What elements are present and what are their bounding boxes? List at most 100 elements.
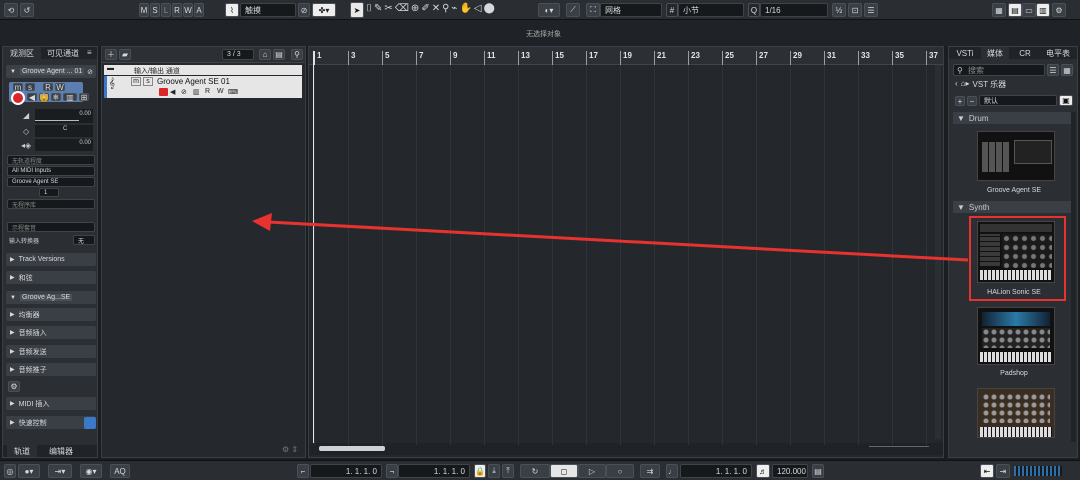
inspector-settings-icon[interactable]: ⚙	[8, 381, 20, 392]
inspector-mute-button[interactable]: m	[13, 83, 23, 92]
record-enable-button[interactable]	[11, 91, 25, 105]
play-button[interactable]: ▷	[578, 464, 606, 478]
remove-filter-icon[interactable]: −	[967, 96, 977, 106]
freeze-icon[interactable]: ❄	[51, 93, 61, 102]
tempo-field[interactable]: 120.000	[772, 464, 808, 478]
padshop-thumbnail[interactable]	[977, 307, 1055, 365]
auto-quantize-button[interactable]: AQ	[110, 464, 130, 478]
right-zone-icon[interactable]: ▥	[1036, 3, 1050, 17]
ruler-bar-25[interactable]: 25	[725, 51, 734, 60]
delay-slider[interactable]: 0.00	[35, 139, 93, 151]
drum-map-field[interactable]: 无轨道程度	[7, 155, 95, 165]
home-folder-icon[interactable]: ⌂▸	[961, 79, 970, 90]
track-list-menu-icon[interactable]: ▤	[273, 49, 285, 60]
folder-track[interactable]: ▬ 输入/输出 通道	[104, 65, 302, 75]
menu-icon[interactable]: ≡	[87, 48, 92, 57]
edit-instrument-icon[interactable]: ⊘	[87, 68, 93, 76]
retrologue-thumbnail[interactable]	[977, 388, 1055, 438]
list-view-icon[interactable]: ☰	[1047, 64, 1059, 76]
left-locator-icon[interactable]: ⌐	[297, 464, 309, 478]
automation-all-button[interactable]: A	[194, 3, 204, 17]
track-edit-icon[interactable]: ⊘	[181, 88, 187, 96]
solo-button[interactable]: S	[150, 3, 160, 17]
color-tool-icon[interactable]: ⬤	[484, 3, 495, 17]
breadcrumb-vst-instruments[interactable]: VST 乐器	[973, 79, 1007, 90]
mediabay-scrollbar[interactable]	[1071, 112, 1076, 442]
left-zone-icon[interactable]: ▤	[1008, 3, 1022, 17]
ruler-bar-15[interactable]: 15	[555, 51, 564, 60]
section-audio-sends[interactable]: ▶ 音频发送	[6, 345, 96, 358]
glue-tool-icon[interactable]: ⊕	[411, 3, 419, 17]
ruler-bar-31[interactable]: 31	[827, 51, 836, 60]
ruler-bar-19[interactable]: 19	[623, 51, 632, 60]
track-write-icon[interactable]: W	[217, 88, 224, 95]
listen-button[interactable]: L	[161, 3, 171, 17]
tab-cr[interactable]: CR	[1011, 47, 1039, 59]
quantize-select[interactable]: 1/16	[760, 3, 828, 17]
ruler-bar-21[interactable]: 21	[657, 51, 666, 60]
horizontal-scrollbar[interactable]	[309, 443, 943, 455]
section-instrument[interactable]: ▼ Groove Ag...SE	[6, 291, 96, 304]
line-tool-icon[interactable]: ⌁	[451, 3, 457, 17]
punch-out-icon[interactable]: ⤒	[502, 464, 514, 478]
track-list-settings-icon[interactable]: ⚙ ⇕	[282, 445, 298, 454]
ruler[interactable]: 1 3 5 7 9 11 13 15 17 19 21 23 25 27 29 31 33 35 37	[309, 47, 943, 65]
snap-type-select[interactable]: 网格	[600, 3, 662, 17]
patch-field[interactable]: 示程套音	[7, 222, 95, 232]
instrument-track[interactable]: 𝄞 m s Groove Agent SE 01 ◀ ⊘ ▥ R W ⌨	[104, 76, 302, 98]
grid-type-select[interactable]: 小节	[678, 3, 744, 17]
play-tool-icon[interactable]: ◁	[474, 3, 482, 17]
right-locator-icon[interactable]: ¬	[386, 464, 398, 478]
setup-window-icon[interactable]: ⚙	[1052, 3, 1066, 17]
tab-meter[interactable]: 电平表	[1041, 47, 1075, 59]
folder-icon[interactable]: ▰	[119, 49, 131, 60]
track-monitor-icon[interactable]: ◀	[170, 88, 175, 96]
right-locator-field[interactable]: 1. 1. 1. 0	[398, 464, 470, 478]
ruler-bar-35[interactable]: 35	[895, 51, 904, 60]
iterative-quantize-icon[interactable]: ⊡	[848, 3, 862, 17]
quantize-type-icon[interactable]: ½	[832, 3, 846, 17]
automation-mode-icon[interactable]: ⌇	[225, 3, 239, 17]
ruler-bar-11[interactable]: 11	[487, 51, 495, 60]
volume-slider[interactable]: 0.00	[35, 109, 93, 123]
punch-lock-icon[interactable]: 🔒	[474, 464, 486, 478]
vertical-scrollbar[interactable]	[935, 65, 941, 439]
zoom-tool-icon[interactable]: ⚲	[442, 3, 449, 17]
record-mode-icon[interactable]: ●▾	[18, 464, 40, 478]
cycle-mode-icon[interactable]: ⇥▾	[48, 464, 72, 478]
inspector-write-button[interactable]: W	[55, 83, 65, 92]
midi-input-field[interactable]: All MIDI Inputs	[7, 166, 95, 176]
tab-visibility[interactable]: 可见通道	[43, 47, 83, 59]
monitor-icon[interactable]: ◀	[27, 93, 37, 102]
halion-sonic-thumbnail[interactable]	[977, 221, 1055, 283]
ruler-bar-37[interactable]: 37	[929, 51, 938, 60]
track-solo-button[interactable]: s	[143, 77, 153, 86]
automation-panel-icon[interactable]: ⊘	[298, 3, 310, 17]
sync-icon[interactable]: ⇉	[640, 464, 660, 478]
track-mute-button[interactable]: m	[131, 77, 141, 86]
input-transformer-select[interactable]: 无	[73, 235, 95, 245]
edit-icon[interactable]: ⊞	[79, 93, 89, 102]
mixer-icon[interactable]: ▦	[992, 3, 1006, 17]
inspector-track-header[interactable]: ▼ Groove Agent ... 01 ⊘	[6, 65, 96, 78]
track-read-icon[interactable]: R	[205, 88, 210, 95]
snap-to-zero-icon[interactable]: ⟋	[566, 3, 580, 17]
tab-media[interactable]: 媒体	[981, 47, 1009, 59]
section-track-versions[interactable]: ▶ Track Versions	[6, 253, 96, 266]
category-drum[interactable]: ▼ Drum	[953, 112, 1073, 124]
tempo-track-icon[interactable]: ▤	[812, 464, 824, 478]
section-chords[interactable]: ▶ 和弦	[6, 271, 96, 284]
mediabay-search-input[interactable]: ⚲ 搜索	[953, 64, 1045, 76]
keyboard-icon[interactable]: ▥	[63, 93, 77, 102]
split-tool-icon[interactable]: ✂	[384, 3, 392, 17]
midi-output-field[interactable]: Groove Agent SE	[7, 177, 95, 187]
mute-tool-icon[interactable]: ✕	[432, 3, 440, 17]
range-tool-icon[interactable]: ⌷	[366, 3, 372, 17]
mute-button[interactable]: M	[139, 3, 149, 17]
ruler-bar-7[interactable]: 7	[419, 51, 423, 60]
scrollbar-thumb[interactable]	[319, 446, 385, 451]
category-synth[interactable]: ▼ Synth	[953, 201, 1073, 213]
color-menu-icon[interactable]: ◐▾	[538, 3, 560, 17]
cycle-button[interactable]: ↻	[520, 464, 550, 478]
section-eq[interactable]: ▶ 均衡器	[6, 308, 96, 321]
